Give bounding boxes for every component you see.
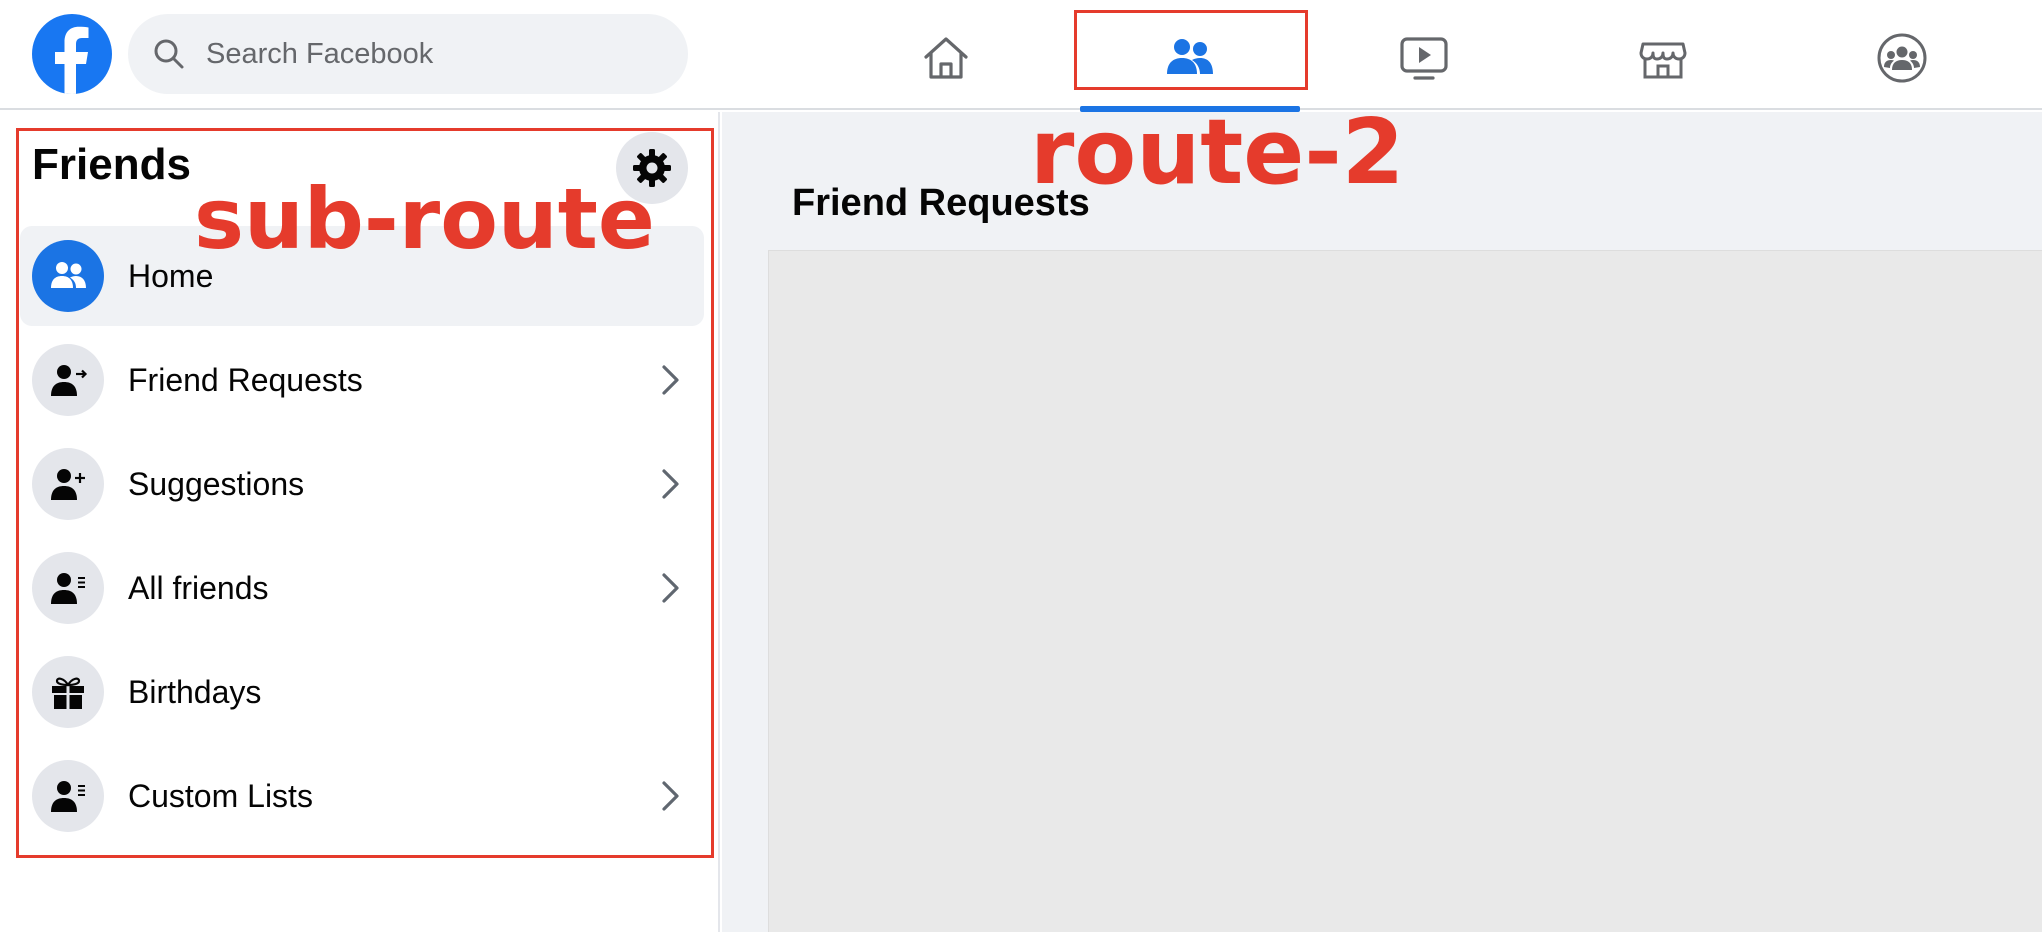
page: Friends Hom — [0, 0, 2042, 932]
friends-icon — [1167, 39, 1213, 74]
friends-icon — [32, 240, 104, 312]
top-navigation-bar — [0, 0, 2042, 112]
marketplace-icon — [1639, 42, 1687, 79]
nav-tab-groups[interactable] — [1786, 8, 2018, 108]
route-annotation-label: route-2 — [1030, 100, 1405, 205]
sidebar-item-custom-lists[interactable]: Custom Lists — [20, 746, 704, 846]
person-list-icon — [32, 760, 104, 832]
watch-icon — [1400, 37, 1448, 80]
sidebar-item-birthdays[interactable]: Birthdays — [20, 642, 704, 742]
search-input[interactable] — [206, 37, 646, 71]
sidebar-item-all-friends[interactable]: All friends — [20, 538, 704, 638]
groups-icon — [1877, 33, 1927, 83]
chevron-right-icon — [662, 469, 679, 499]
content-placeholder — [768, 250, 2042, 932]
sidebar-item-label: All friends — [128, 569, 269, 606]
sidebar-item-label: Birthdays — [128, 673, 262, 710]
nav-tab-marketplace[interactable] — [1547, 8, 1779, 108]
gift-icon — [32, 656, 104, 728]
search-icon — [154, 39, 184, 69]
nav-tab-friends[interactable] — [1074, 8, 1306, 112]
sidebar-item-friend-requests[interactable]: Friend Requests — [20, 330, 704, 430]
nav-tab-watch[interactable] — [1308, 8, 1540, 108]
sidebar-item-label: Friend Requests — [128, 361, 363, 398]
chevron-right-icon — [662, 781, 679, 811]
person-arrow-icon — [32, 344, 104, 416]
facebook-logo-icon[interactable] — [32, 14, 112, 94]
chevron-right-icon — [662, 573, 679, 603]
sidebar-item-label: Custom Lists — [128, 777, 313, 814]
person-list-icon — [32, 552, 104, 624]
nav-tab-home[interactable] — [830, 8, 1062, 108]
home-icon — [924, 37, 968, 79]
chevron-right-icon — [662, 365, 679, 395]
sidebar-item-label: Suggestions — [128, 465, 305, 502]
person-plus-icon — [32, 448, 104, 520]
sub-route-annotation-label: sub-route — [194, 170, 655, 268]
search-box[interactable] — [128, 14, 688, 94]
sidebar-item-suggestions[interactable]: Suggestions — [20, 434, 704, 534]
sidebar-title: Friends — [32, 140, 191, 189]
